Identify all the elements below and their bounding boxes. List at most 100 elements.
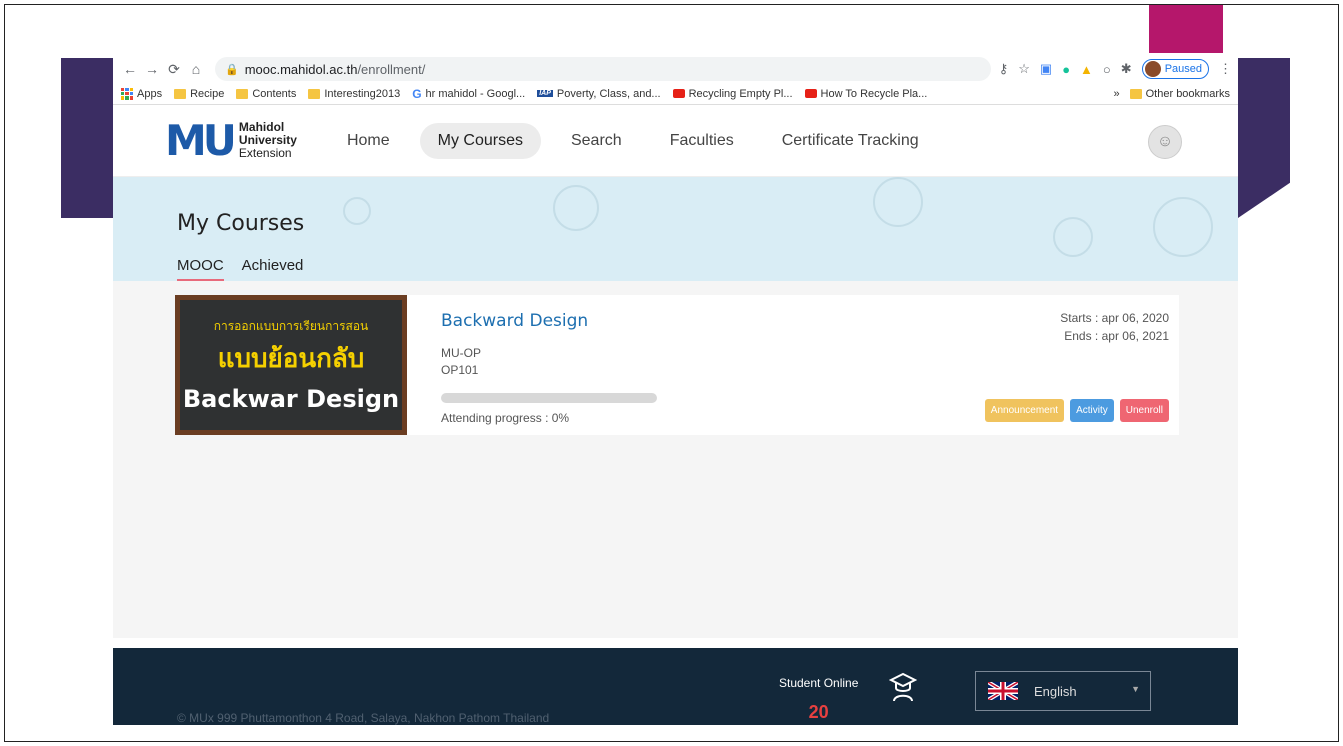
browser-window: ← → ⟳ ⌂ 🔒 mooc.mahidol.ac.th /enrollment… xyxy=(113,55,1238,725)
bookmark-label: Apps xyxy=(137,87,163,100)
student-online: Student Online 20 xyxy=(779,676,858,723)
folder-icon xyxy=(236,88,249,99)
back-icon[interactable]: ← xyxy=(119,61,141,77)
footer-copyright: © MUx 999 Phuttamonthon 4 Road, Salaya, … xyxy=(177,711,550,725)
logo-mark: MU xyxy=(165,115,237,165)
bookmark-how-to-recycle[interactable]: How To Recycle Pla... xyxy=(804,87,928,100)
course-end-date: Ends : apr 06, 2021 xyxy=(1064,329,1169,343)
course-meta: MU-OP OP101 xyxy=(441,345,1179,379)
profile-status: Paused xyxy=(1164,63,1202,75)
thumbnail-line2: แบบย้อนกลับ xyxy=(217,343,365,373)
course-thumbnail[interactable]: การออกแบบการเรียนการสอน แบบย้อนกลับ Back… xyxy=(175,295,407,435)
other-bookmarks-label: Other bookmarks xyxy=(1145,87,1230,100)
course-details: Backward Design MU-OP OP101 Attending pr… xyxy=(407,295,1179,435)
bookmark-label: How To Recycle Pla... xyxy=(820,87,928,100)
folder-icon xyxy=(308,88,321,99)
bookmark-label: hr mahidol - Googl... xyxy=(425,87,526,100)
bookmark-label: Recycling Empty Pl... xyxy=(688,87,793,100)
site-logo[interactable]: MU Mahidol University Extension xyxy=(165,115,297,165)
bookmark-recipe[interactable]: Recipe xyxy=(174,88,224,100)
url-path: /enrollment/ xyxy=(357,61,426,77)
language-label: English xyxy=(1034,683,1077,699)
slide-decoration-right xyxy=(1238,58,1290,218)
course-dates: Starts : apr 06, 2020 Ends : apr 06, 202… xyxy=(1060,309,1169,345)
student-online-label: Student Online xyxy=(779,676,859,690)
puzzle-icon[interactable]: ✱ xyxy=(1121,61,1132,77)
bookmark-label: Contents xyxy=(252,87,297,100)
nav-home[interactable]: Home xyxy=(329,123,408,159)
nav-certificate-tracking[interactable]: Certificate Tracking xyxy=(764,123,937,159)
course-code: OP101 xyxy=(441,363,479,377)
lock-icon: 🔒 xyxy=(225,63,239,76)
bookmark-recycling[interactable]: Recycling Empty Pl... xyxy=(672,87,793,100)
iap-icon: IAP xyxy=(537,90,553,97)
url-host: mooc.mahidol.ac.th xyxy=(244,61,358,77)
menu-kebab-icon[interactable]: ⋮ xyxy=(1219,61,1232,77)
bookmark-contents[interactable]: Contents xyxy=(236,88,296,100)
apps-grid-icon xyxy=(121,87,133,100)
bookmark-poverty[interactable]: IAP Poverty, Class, and... xyxy=(537,87,661,100)
profile-button[interactable]: Paused xyxy=(1141,59,1209,79)
forward-icon[interactable]: → xyxy=(141,61,163,77)
folder-icon xyxy=(174,88,187,99)
folder-icon xyxy=(1129,88,1142,99)
language-select[interactable]: English ▼ xyxy=(975,671,1151,711)
progress-bar xyxy=(441,393,657,403)
announcement-button[interactable]: Announcement xyxy=(984,399,1065,422)
key-icon[interactable]: ⚷ xyxy=(999,61,1009,77)
chevron-down-icon: ▼ xyxy=(1131,684,1140,694)
google-icon: G xyxy=(412,86,422,101)
nav-my-courses[interactable]: My Courses xyxy=(419,122,541,159)
thumbnail-line1: การออกแบบการเรียนการสอน xyxy=(213,319,369,333)
bookmark-label: Poverty, Class, and... xyxy=(556,87,661,100)
slide-decoration-pink xyxy=(1149,5,1223,53)
bookmark-hr-mahidol[interactable]: Ghr mahidol - Googl... xyxy=(412,87,525,101)
main-nav: Home My Courses Search Faculties Certifi… xyxy=(329,122,937,159)
student-online-count: 20 xyxy=(808,702,829,722)
logo-text: Mahidol University Extension xyxy=(239,121,297,160)
logo-line3: Extension xyxy=(238,146,292,160)
thumbnail-line3: Backwar Design xyxy=(182,385,400,413)
bookmark-apps[interactable]: Apps xyxy=(121,87,163,100)
thumbnail-board: การออกแบบการเรียนการสอน แบบย้อนกลับ Back… xyxy=(180,300,402,430)
course-start-date: Starts : apr 06, 2020 xyxy=(1060,311,1169,325)
extensions-area: ⚷ ☆ ▣ ● ▲ ○ ✱ Paused ⋮ xyxy=(999,59,1232,79)
graduate-icon xyxy=(889,672,917,702)
activity-button[interactable]: Activity xyxy=(1070,399,1114,422)
bookmark-label: Recipe xyxy=(190,87,225,100)
more-bookmarks-button[interactable]: » xyxy=(1114,88,1120,100)
user-avatar[interactable]: ☺ xyxy=(1148,125,1182,159)
course-card: การออกแบบการเรียนการสอน แบบย้อนกลับ Back… xyxy=(175,295,1179,435)
course-tabs: MOOC Achieved xyxy=(177,257,303,281)
unenroll-button[interactable]: Unenroll xyxy=(1119,399,1169,422)
page-banner: My Courses MOOC Achieved xyxy=(113,177,1238,281)
other-bookmarks[interactable]: Other bookmarks xyxy=(1129,87,1230,100)
address-bar[interactable]: 🔒 mooc.mahidol.ac.th /enrollment/ xyxy=(215,57,991,81)
youtube-icon xyxy=(804,89,817,98)
translate-extension-icon[interactable]: ▣ xyxy=(1040,61,1052,77)
tab-achieved[interactable]: Achieved xyxy=(242,257,304,281)
nav-faculties[interactable]: Faculties xyxy=(652,123,752,159)
circle-extension-icon[interactable]: ○ xyxy=(1103,62,1111,77)
tab-mooc[interactable]: MOOC xyxy=(177,257,224,281)
course-org: MU-OP xyxy=(441,346,481,360)
site-header: MU Mahidol University Extension Home My … xyxy=(113,105,1238,177)
bookmarks-bar: Apps Recipe Contents Interesting2013 Ghr… xyxy=(113,83,1238,105)
thumbs-extension-icon[interactable]: ▲ xyxy=(1080,62,1093,77)
bookmark-interesting2013[interactable]: Interesting2013 xyxy=(308,88,400,100)
grammarly-extension-icon[interactable]: ● xyxy=(1062,62,1070,77)
home-icon[interactable]: ⌂ xyxy=(185,61,207,77)
slide-frame: ← → ⟳ ⌂ 🔒 mooc.mahidol.ac.th /enrollment… xyxy=(4,4,1339,742)
course-actions: Announcement Activity Unenroll xyxy=(984,399,1169,422)
reload-icon[interactable]: ⟳ xyxy=(163,61,185,78)
profile-avatar xyxy=(1144,61,1161,77)
star-icon[interactable]: ☆ xyxy=(1018,61,1030,77)
slide-decoration-left xyxy=(61,58,113,218)
uk-flag-icon xyxy=(988,682,1018,700)
bookmark-label: Interesting2013 xyxy=(324,87,401,100)
page-title: My Courses xyxy=(177,211,305,236)
site-footer: Student Online 20 English ▼ © MUx 999 Ph… xyxy=(113,648,1238,725)
nav-search[interactable]: Search xyxy=(553,123,640,159)
browser-toolbar: ← → ⟳ ⌂ 🔒 mooc.mahidol.ac.th /enrollment… xyxy=(113,55,1238,83)
youtube-icon xyxy=(672,89,685,98)
